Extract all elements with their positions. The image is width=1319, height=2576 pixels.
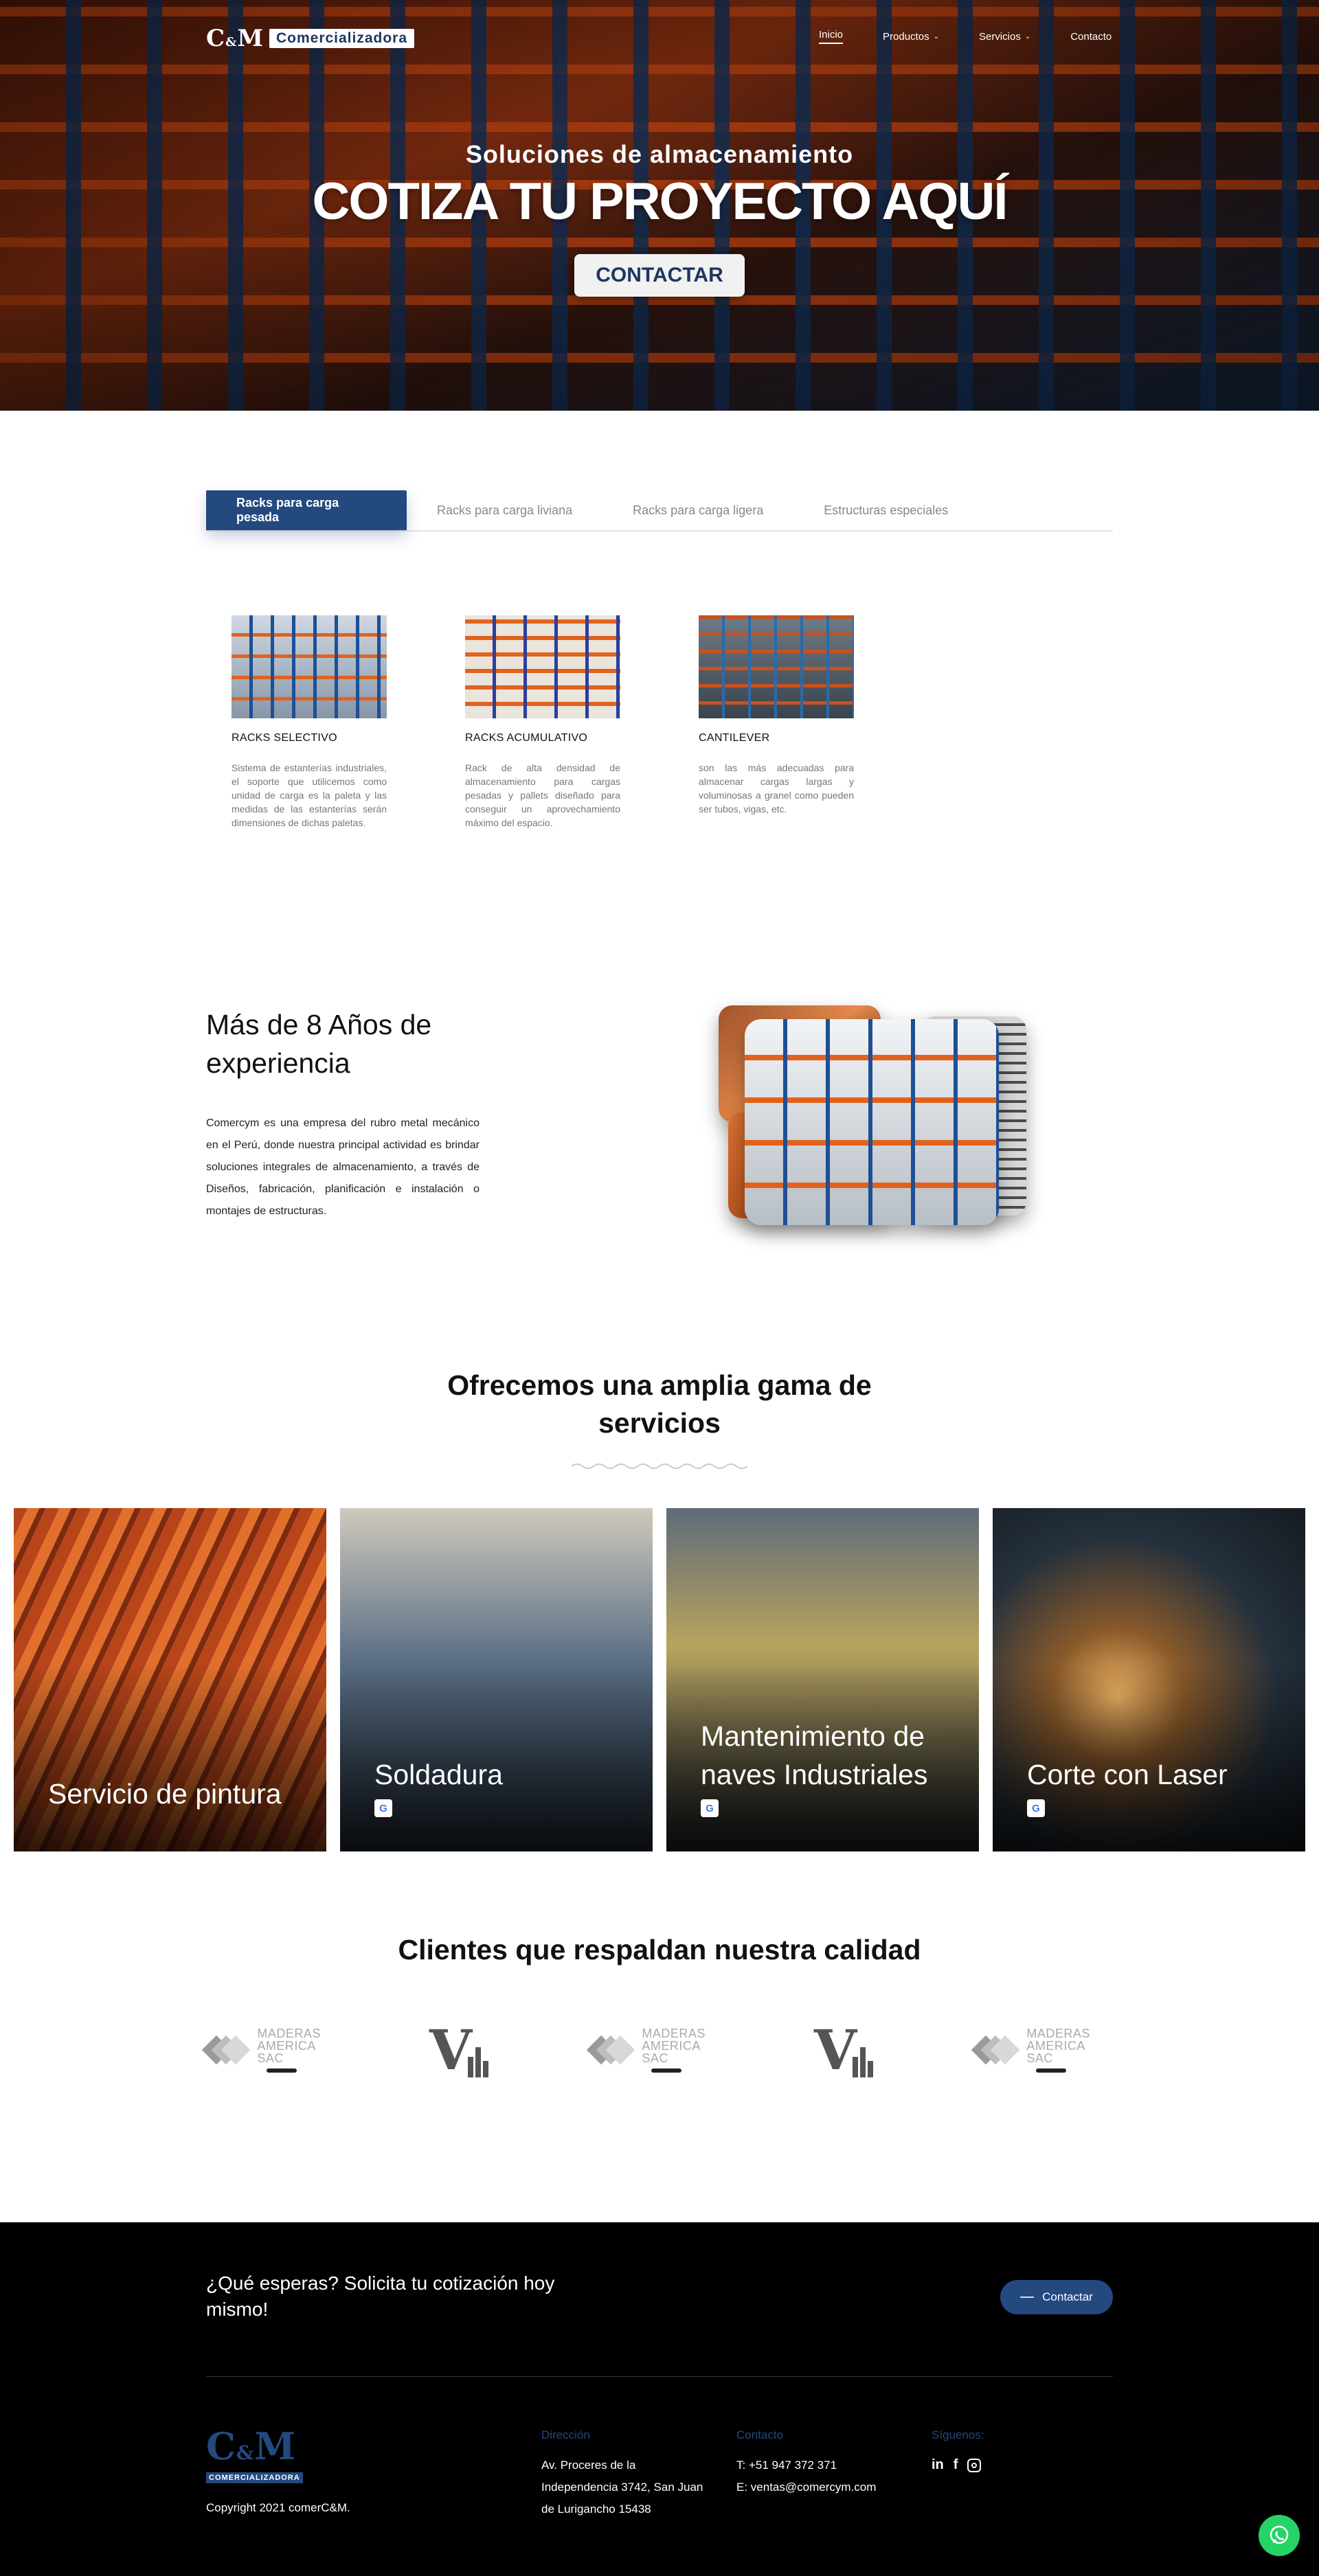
main-nav: Inicio Productos ⌄ Servicios ⌄ Contacto — [819, 29, 1112, 44]
client-logo-letter: V — [429, 2018, 473, 2082]
service-card-mantenimiento[interactable]: Mantenimiento de naves Industriales G — [666, 1508, 979, 1851]
logo-bar — [651, 2068, 682, 2073]
product-image[interactable] — [232, 615, 387, 718]
client-logo-maderas: MADERAS AMERICA SAC — [971, 2027, 1113, 2073]
product-title: RACKS ACUMULATIVO — [465, 732, 588, 744]
email-link[interactable]: E: ventas@comercym.com — [736, 2481, 876, 2494]
experience-title: Más de 8 Años de experiencia — [206, 1009, 432, 1079]
linkedin-icon[interactable]: in — [932, 2457, 944, 2473]
tab-racks-carga-pesada[interactable]: Racks para carga pesada — [206, 490, 407, 530]
product-card[interactable]: RACKS SELECTIVO Sistema de estanterías i… — [232, 615, 387, 830]
logo-bar — [267, 2068, 297, 2073]
hero-section: C&M Comercializadora Inicio Productos ⌄ S… — [0, 0, 1319, 411]
cta-text: ¿Qué esperas? Solicita tu cotización hoy… — [206, 2272, 555, 2320]
contact-heading: Contacto — [736, 2428, 784, 2441]
logo-bar — [1036, 2068, 1067, 2073]
google-translate-icon[interactable]: G — [701, 1799, 719, 1817]
social-heading: Síguenos: — [932, 2428, 984, 2441]
chevron-down-icon: ⌄ — [933, 32, 939, 41]
footer-logo[interactable]: C&M COMERCIALIZADORA — [206, 2428, 303, 2483]
tab-racks-carga-ligera[interactable]: Racks para carga ligera — [602, 490, 793, 530]
service-label: Servicio de pintura — [48, 1778, 282, 1810]
product-description: Rack de alta densidad de almacenamiento … — [465, 762, 620, 828]
social-links: in f — [932, 2457, 1069, 2473]
logo-wordmark: Comercializadora — [269, 29, 415, 48]
chevron-down-icon: ⌄ — [1024, 32, 1031, 41]
whatsapp-glyph-icon — [1270, 2525, 1289, 2544]
client-logo-text: AMERICA SAC — [1026, 2039, 1085, 2065]
bars-icon — [468, 2047, 489, 2077]
service-card-corte-laser[interactable]: Corte con Laser G — [993, 1508, 1305, 1851]
product-image[interactable] — [699, 615, 854, 718]
footer-divider — [206, 2376, 1113, 2377]
client-logo-text: AMERICA SAC — [257, 2039, 315, 2065]
hero-title: COTIZA TU PROYECTO AQUÍ — [312, 172, 1008, 231]
copyright-text: Copyright 2021 comerC&M. — [206, 2501, 350, 2514]
product-image[interactable] — [465, 615, 620, 718]
bars-icon — [853, 2047, 874, 2077]
services-grid: Servicio de pintura Soldadura G Mantenim… — [14, 1508, 1305, 1851]
nav-item-inicio[interactable]: Inicio — [819, 29, 844, 44]
hero-subtitle: Soluciones de almacenamiento — [465, 140, 854, 168]
phone-link[interactable]: T: +51 947 372 371 — [736, 2459, 837, 2472]
nav-item-servicios[interactable]: Servicios ⌄ — [979, 31, 1030, 43]
collage-photo-main — [745, 1019, 999, 1225]
tab-racks-carga-liviana[interactable]: Racks para carga liviana — [407, 490, 602, 530]
instagram-icon[interactable] — [967, 2458, 982, 2472]
product-description: son las más adecuadas para almacenar car… — [699, 762, 854, 814]
product-list: RACKS SELECTIVO Sistema de estanterías i… — [232, 615, 854, 830]
squiggle-divider-icon — [572, 1463, 747, 1469]
whatsapp-icon[interactable] — [1259, 2515, 1300, 2556]
tab-estructuras-especiales[interactable]: Estructuras especiales — [793, 490, 978, 530]
clients-logo-carousel: MADERAS AMERICA SAC V MADERAS AMERICA SA… — [201, 2019, 1113, 2081]
facebook-icon[interactable]: f — [954, 2457, 958, 2473]
client-logo-maderas: MADERAS AMERICA SAC — [586, 2027, 728, 2073]
product-description: Sistema de estanterías industriales, el … — [232, 762, 387, 828]
product-tabs: Racks para carga pesada Racks para carga… — [206, 490, 1113, 532]
site-footer: ¿Qué esperas? Solicita tu cotización hoy… — [0, 2222, 1319, 2576]
footer-contact-column: Contacto T: +51 947 372 371 E: ventas@com… — [736, 2428, 915, 2498]
clients-title: Clientes que respaldan nuestra calidad — [398, 1934, 921, 1965]
nav-item-contacto[interactable]: Contacto — [1070, 31, 1112, 43]
services-title: Ofrecemos una amplia gama de servicios — [447, 1369, 872, 1439]
service-card-pintura[interactable]: Servicio de pintura — [14, 1508, 326, 1851]
product-title: RACKS SELECTIVO — [232, 732, 337, 744]
service-card-soldadura[interactable]: Soldadura G — [340, 1508, 653, 1851]
service-label: Mantenimiento de naves Industriales — [701, 1720, 928, 1790]
service-label: Soldadura — [374, 1759, 503, 1790]
contactar-button[interactable]: Contactar — [1000, 2280, 1113, 2314]
contact-button[interactable]: CONTACTAR — [574, 254, 745, 297]
client-logo-text: MADERAS — [257, 2027, 321, 2040]
google-translate-icon[interactable]: G — [1027, 1799, 1045, 1817]
site-logo[interactable]: C&M Comercializadora — [206, 25, 415, 52]
logo-mark: C&M — [206, 25, 264, 52]
google-translate-icon[interactable]: G — [374, 1799, 392, 1817]
dash-icon — [1020, 2296, 1035, 2298]
client-logo-maderas: MADERAS AMERICA SAC — [201, 2027, 343, 2073]
service-label: Corte con Laser — [1027, 1759, 1228, 1790]
nav-item-productos[interactable]: Productos ⌄ — [883, 31, 939, 43]
footer-logo-word: COMERCIALIZADORA — [206, 2472, 303, 2483]
diamonds-icon — [201, 2035, 253, 2065]
experience-photo-collage — [719, 1005, 1032, 1246]
client-logo-text: AMERICA SAC — [642, 2039, 700, 2065]
address-heading: Dirección — [541, 2428, 590, 2441]
contactar-button-label: Contactar — [1042, 2290, 1093, 2303]
footer-address-column: Dirección Av. Proceres de la Independenc… — [541, 2428, 713, 2520]
diamonds-icon — [586, 2035, 638, 2065]
client-logo-v: V — [429, 2022, 505, 2077]
product-card[interactable]: CANTILEVER son las más adecuadas para al… — [699, 615, 854, 830]
diamonds-icon — [971, 2035, 1022, 2065]
client-logo-letter: V — [814, 2018, 857, 2082]
footer-logo-mark: C&M — [206, 2424, 297, 2468]
footer-social-column: Síguenos: in f — [932, 2428, 1069, 2473]
client-logo-v: V — [814, 2022, 890, 2077]
client-logo-text: MADERAS — [642, 2027, 706, 2040]
experience-text: Comercym es una empresa del rubro metal … — [206, 1117, 480, 1217]
address-text: Av. Proceres de la Independencia 3742, S… — [541, 2459, 703, 2516]
product-title: CANTILEVER — [699, 732, 770, 744]
product-card[interactable]: RACKS ACUMULATIVO Rack de alta densidad … — [465, 615, 620, 830]
client-logo-text: MADERAS — [1026, 2027, 1090, 2040]
